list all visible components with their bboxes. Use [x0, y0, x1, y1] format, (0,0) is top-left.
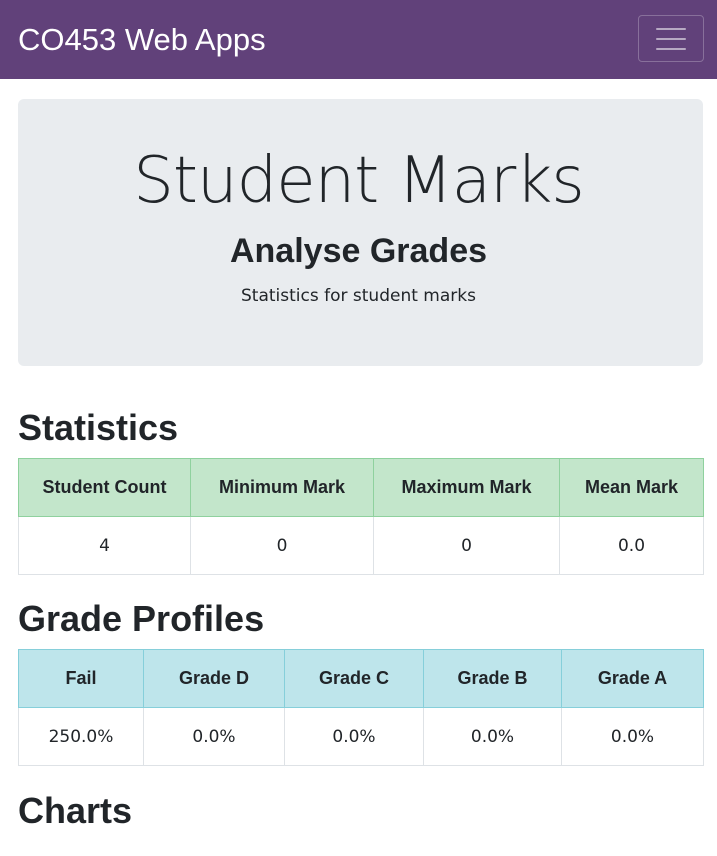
statistics-heading: Statistics	[18, 407, 179, 448]
table-row: 250.0% 0.0% 0.0% 0.0% 0.0%	[18, 707, 704, 766]
header-student-count: Student Count	[18, 458, 191, 517]
grade-profiles-header-row: Fail Grade D Grade C Grade B Grade A	[18, 649, 704, 708]
value-grade-d: 0.0%	[143, 707, 285, 766]
value-maximum-mark: 0	[373, 516, 560, 575]
value-student-count: 4	[18, 516, 191, 575]
table-row: 4 0 0 0.0	[18, 516, 704, 575]
hamburger-menu-icon	[656, 26, 688, 52]
value-grade-c: 0.0%	[284, 707, 424, 766]
value-grade-a: 0.0%	[561, 707, 704, 766]
statistics-table: Student Count Minimum Mark Maximum Mark …	[18, 458, 704, 575]
charts-heading: Charts	[18, 790, 133, 831]
header-minimum-mark: Minimum Mark	[190, 458, 374, 517]
grade-profiles-table: Fail Grade D Grade C Grade B Grade A 250…	[18, 649, 704, 766]
navbar-toggler-button[interactable]	[638, 15, 704, 62]
value-mean-mark: 0.0	[559, 516, 704, 575]
header-grade-d: Grade D	[143, 649, 285, 708]
page-lead-text: Statistics for student marks	[241, 286, 476, 306]
value-grade-b: 0.0%	[423, 707, 562, 766]
value-fail: 250.0%	[18, 707, 144, 766]
value-minimum-mark: 0	[190, 516, 374, 575]
page-title: Student Marks	[133, 144, 584, 218]
navbar-brand[interactable]: CO453 Web Apps	[18, 18, 266, 62]
grade-profiles-heading: Grade Profiles	[18, 598, 265, 639]
header-grade-c: Grade C	[284, 649, 424, 708]
header-maximum-mark: Maximum Mark	[373, 458, 560, 517]
page-subtitle: Analyse Grades	[229, 232, 488, 270]
statistics-header-row: Student Count Minimum Mark Maximum Mark …	[18, 458, 704, 517]
header-fail: Fail	[18, 649, 144, 708]
navbar: CO453 Web Apps	[0, 0, 717, 79]
header-grade-b: Grade B	[423, 649, 562, 708]
header-mean-mark: Mean Mark	[559, 458, 704, 517]
header-grade-a: Grade A	[561, 649, 704, 708]
